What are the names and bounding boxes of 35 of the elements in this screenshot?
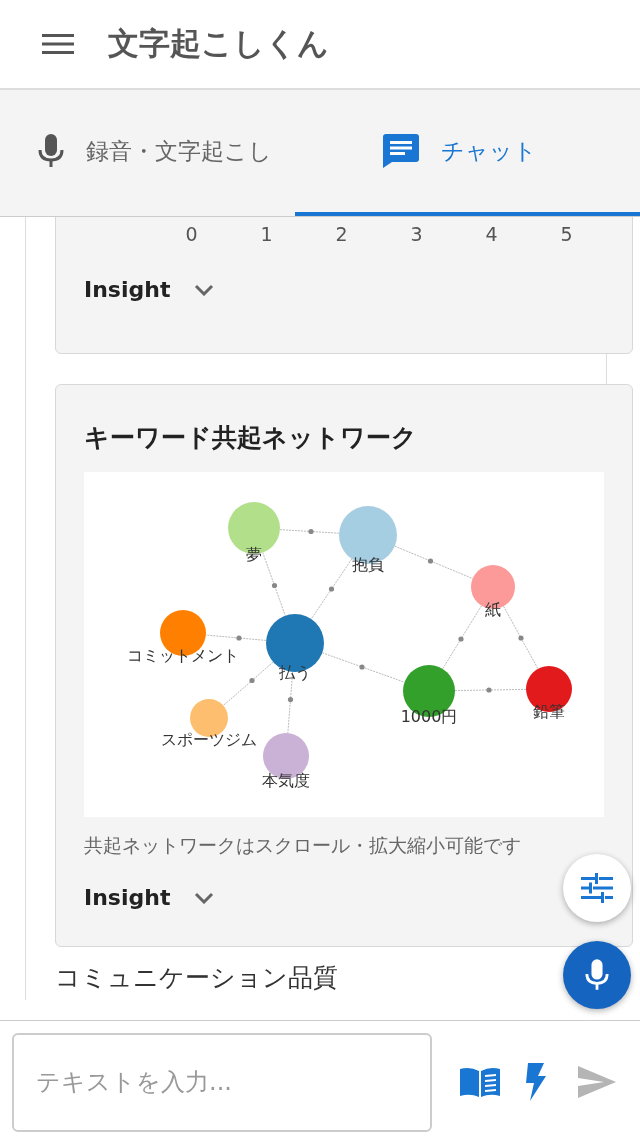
tab[interactable]: 録音・文字起こし [0, 90, 295, 216]
node-label: 抱負 [352, 555, 384, 574]
axis-tick-label: 0 [184, 223, 199, 245]
axis-tick-label: 3 [409, 223, 424, 245]
menu-icon[interactable] [42, 33, 74, 55]
card-title: キーワード共起ネットワーク [84, 422, 418, 454]
node-label: 紙 [485, 600, 501, 619]
axis-tick-label: 4 [484, 223, 499, 245]
graph-edge [205, 634, 267, 641]
caption-text: 共起ネットワークはスクロール・拡大縮小可能です [84, 833, 522, 858]
axis-tick-label: 1 [259, 223, 274, 245]
insight-toggle[interactable]: Insight [84, 277, 215, 302]
axis-tick-label: 5 [559, 223, 574, 245]
lightning-icon[interactable] [524, 1063, 546, 1101]
node-label: 本気度 [262, 771, 310, 790]
graph-edge [262, 552, 286, 617]
record-button[interactable] [563, 941, 631, 1009]
axis-tick-label: 2 [334, 223, 349, 245]
graph-edge [310, 558, 353, 620]
section-title: コミュニケーション品質 [55, 962, 338, 994]
microphone-icon [585, 958, 609, 992]
chevron-icon [194, 891, 215, 904]
microphone-icon [38, 134, 64, 168]
app-title: 文字起こしくん [108, 24, 329, 63]
sliders-icon [581, 873, 613, 903]
node-label: スポーツジム [161, 730, 257, 749]
chat-icon [383, 134, 419, 168]
graph-edge [503, 605, 539, 670]
message-input[interactable]: テキストを入力... [12, 1032, 432, 1132]
graph-edge [279, 528, 340, 535]
book-icon[interactable] [460, 1067, 500, 1097]
insight-toggle[interactable]: Insight [84, 885, 215, 910]
graph-edge [442, 605, 482, 670]
graph-edge [222, 661, 274, 706]
chevron-icon [194, 283, 215, 296]
